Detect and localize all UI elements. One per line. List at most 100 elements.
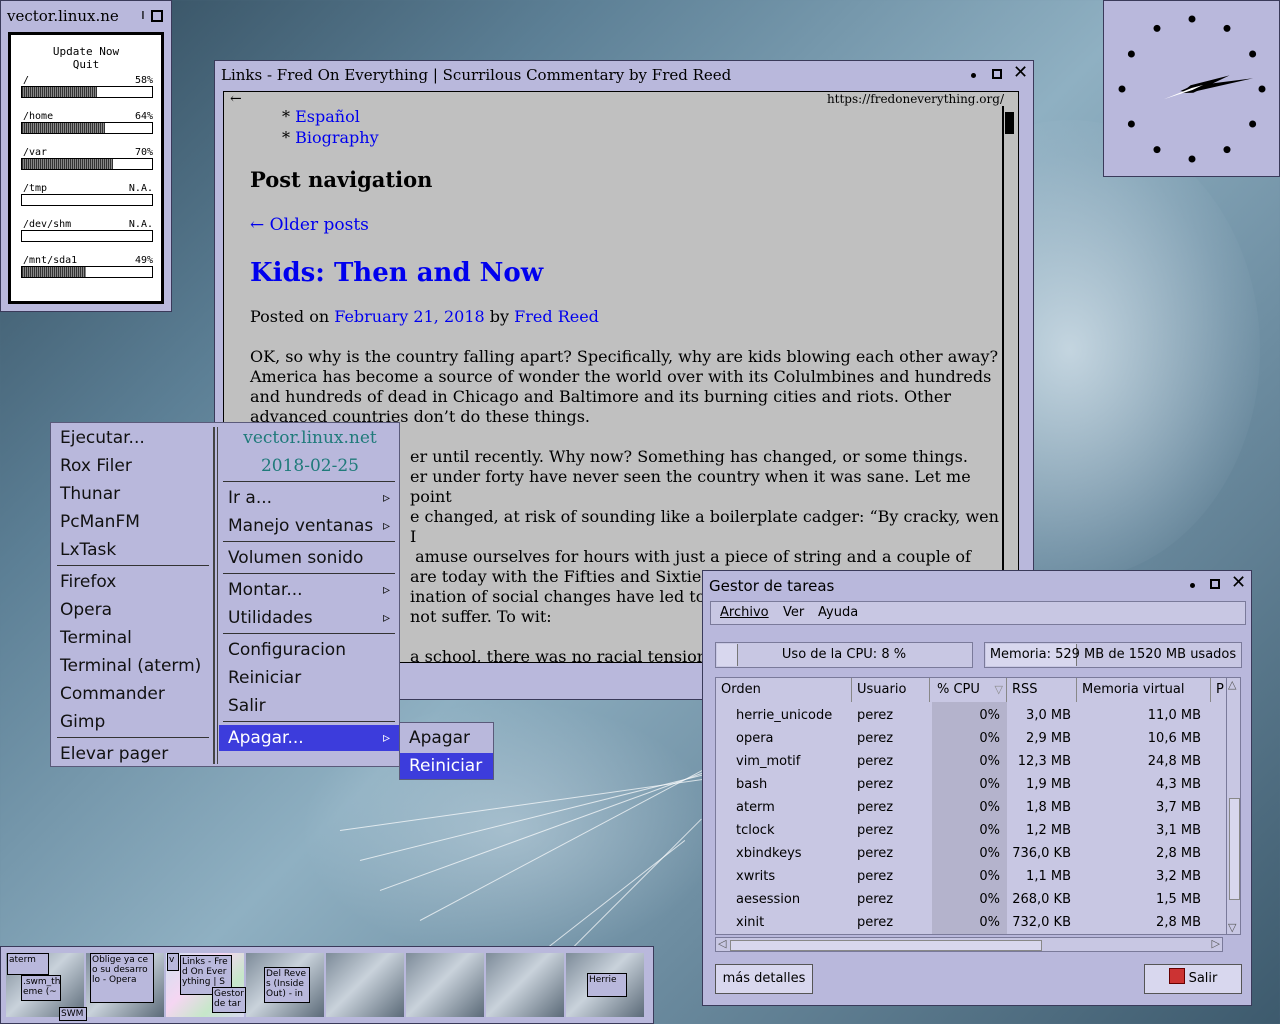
analog-clock	[1118, 15, 1266, 163]
column-header[interactable]: % CPU ▽	[932, 678, 1007, 702]
menu-item-ejecutar[interactable]: Ejecutar...	[51, 425, 210, 451]
quit-item[interactable]: Quit	[11, 58, 161, 71]
column-header[interactable]: RSS	[1007, 678, 1077, 702]
back-arrow-icon[interactable]: ←	[230, 92, 242, 107]
process-cell: 0%	[979, 708, 1000, 723]
process-row[interactable]: aesession perez 0% 268,0 KB 1,5 MB	[716, 888, 1220, 911]
close-icon[interactable]: ✕	[1013, 64, 1028, 82]
menu-item-manejo-ventanas[interactable]: Manejo ventanas	[219, 513, 400, 539]
menu-item-opera[interactable]: Opera	[51, 597, 210, 623]
author-link[interactable]: Fred Reed	[514, 307, 599, 326]
post-date-link[interactable]: February 21, 2018	[334, 307, 484, 326]
scroll-down-icon[interactable]: ▽	[1228, 921, 1236, 934]
scroll-left-icon[interactable]: ◁	[718, 937, 726, 950]
menu-item-volumen-sonido[interactable]: Volumen sonido	[219, 545, 400, 571]
menu-item-salir[interactable]: Salir	[219, 693, 400, 719]
process-cell: perez	[857, 754, 894, 769]
menu-item-gimp[interactable]: Gimp	[51, 709, 210, 735]
more-details-button[interactable]: más detalles	[715, 964, 813, 994]
disk-monitor-max-button[interactable]	[151, 10, 163, 22]
column-header[interactable]: Memoria virtual	[1077, 678, 1211, 702]
maximize-icon[interactable]	[992, 69, 1002, 79]
link-espanol[interactable]: Español	[295, 107, 360, 126]
process-row[interactable]: xwrits perez 0% 1,1 MB 3,2 MB	[716, 865, 1220, 888]
column-header[interactable]: Usuario	[852, 678, 930, 702]
process-cell: 4,3 MB	[1156, 777, 1201, 792]
pager-window-del-reves[interactable]: Del Reve s (Inside Out) - in	[264, 967, 310, 1003]
update-now-item[interactable]: Update Now	[11, 45, 161, 58]
task-manager-window: Gestor de tareas ✕ Archivo Ver Ayuda Uso…	[702, 570, 1252, 1006]
process-row[interactable]: tclock perez 0% 1,2 MB 3,1 MB	[716, 819, 1220, 842]
vertical-scrollbar[interactable]: △ ▽	[1226, 677, 1241, 935]
pager-window-swm-theme[interactable]: .swm_th eme (~	[21, 975, 61, 1001]
menu-item-firefox[interactable]: Firefox	[51, 569, 210, 595]
scroll-up-icon[interactable]: △	[1228, 678, 1236, 691]
process-cell: perez	[857, 892, 894, 907]
minimize-icon[interactable]	[1186, 577, 1200, 591]
menu-item-pcmanfm[interactable]: PcManFM	[51, 509, 210, 535]
desktop-7[interactable]	[486, 953, 564, 1017]
process-cell: 1,8 MB	[1026, 800, 1071, 815]
process-row[interactable]: herrie_unicode perez 0% 3,0 MB 11,0 MB	[716, 704, 1220, 727]
desktop-pager[interactable]: aterm .swm_th eme (~ SWM Oblige ya ce o …	[0, 946, 654, 1024]
column-header[interactable]: Orden	[716, 678, 852, 702]
quit-button[interactable]: Salir	[1144, 964, 1242, 994]
pager-window-herrie[interactable]: Herrie	[587, 973, 627, 997]
older-posts-link[interactable]: ← Older posts	[250, 215, 369, 235]
process-cell: 3,1 MB	[1156, 823, 1201, 838]
pager-window-task-manager[interactable]: Gestor de tar	[212, 987, 246, 1013]
process-row[interactable]: bash perez 0% 1,9 MB 4,3 MB	[716, 773, 1220, 796]
process-cell: 1,5 MB	[1156, 892, 1201, 907]
process-cell: bash	[736, 777, 768, 792]
menu-ver[interactable]: Ver	[783, 605, 804, 620]
disk-monitor-extra: ı	[141, 7, 145, 23]
menu-item-montar[interactable]: Montar...	[219, 577, 400, 603]
start-menu: Ejecutar... Rox Filer Thunar PcManFM LxTask F…	[50, 422, 400, 767]
pager-window-opera[interactable]: Oblige ya ce o su desarro lo - Opera	[90, 953, 154, 1003]
menu-item-thunar[interactable]: Thunar	[51, 481, 210, 507]
menu-archivo[interactable]: Archivo	[720, 605, 769, 620]
process-row[interactable]: xbindkeys perez 0% 736,0 KB 2,8 MB	[716, 842, 1220, 865]
mount-label: /mnt/sda1 49%	[23, 255, 153, 266]
submenu-apagar[interactable]: Apagar	[400, 725, 493, 751]
post-paragraph-2: er until recently. Why now? Something ha…	[410, 447, 999, 586]
close-icon[interactable]: ✕	[1231, 574, 1246, 592]
scroll-right-icon[interactable]: ▷	[1212, 937, 1220, 950]
menu-item-lxtask[interactable]: LxTask	[51, 537, 210, 563]
pager-window-v[interactable]: v	[167, 953, 179, 971]
pager-window-swm[interactable]: SWM	[59, 1007, 87, 1021]
post-paragraph-1: OK, so why is the country falling apart?…	[250, 347, 999, 426]
minimize-icon[interactable]	[967, 67, 981, 81]
process-cell: perez	[857, 777, 894, 792]
mount-value: 64%	[134, 111, 153, 122]
post-title[interactable]: Kids: Then and Now	[250, 257, 543, 289]
menu-item-apagar[interactable]: Apagar...	[219, 725, 400, 751]
horizontal-scrollbar[interactable]: ◁ ▷	[715, 937, 1223, 952]
url-field[interactable]: https://fredoneverything.org/	[827, 92, 1004, 106]
process-cell: perez	[857, 823, 894, 838]
menu-item-ir-a[interactable]: Ir a...	[219, 485, 400, 511]
menu-item-reiniciar[interactable]: Reiniciar	[219, 665, 400, 691]
submenu-reiniciar[interactable]: Reiniciar	[400, 753, 493, 779]
mount-label: /home 64%	[23, 111, 153, 122]
menu-item-terminal-aterm[interactable]: Terminal (aterm)	[51, 653, 210, 679]
process-cell: 3,2 MB	[1156, 869, 1201, 884]
apagar-submenu: Apagar Reiniciar	[399, 722, 494, 780]
maximize-icon[interactable]	[1210, 579, 1220, 589]
menu-item-commander[interactable]: Commander	[51, 681, 210, 707]
process-row[interactable]: vim_motif perez 0% 12,3 MB 24,8 MB	[716, 750, 1220, 773]
menu-item-elevar-pager[interactable]: Elevar pager	[51, 741, 210, 767]
menu-item-terminal[interactable]: Terminal	[51, 625, 210, 651]
desktop-5[interactable]	[326, 953, 404, 1017]
menu-ayuda[interactable]: Ayuda	[818, 605, 858, 620]
process-row[interactable]: aterm perez 0% 1,8 MB 3,7 MB	[716, 796, 1220, 819]
mount-value: 49%	[134, 255, 153, 266]
link-biography[interactable]: Biography	[295, 128, 379, 147]
pager-window-aterm[interactable]: aterm	[7, 953, 49, 975]
menu-item-configuracion[interactable]: Configuracion	[219, 637, 400, 663]
menu-item-rox-filer[interactable]: Rox Filer	[51, 453, 210, 479]
process-row[interactable]: opera perez 0% 2,9 MB 10,6 MB	[716, 727, 1220, 750]
desktop-6[interactable]	[406, 953, 484, 1017]
menu-item-utilidades[interactable]: Utilidades	[219, 605, 400, 631]
process-row[interactable]: xinit perez 0% 732,0 KB 2,8 MB	[716, 911, 1220, 934]
